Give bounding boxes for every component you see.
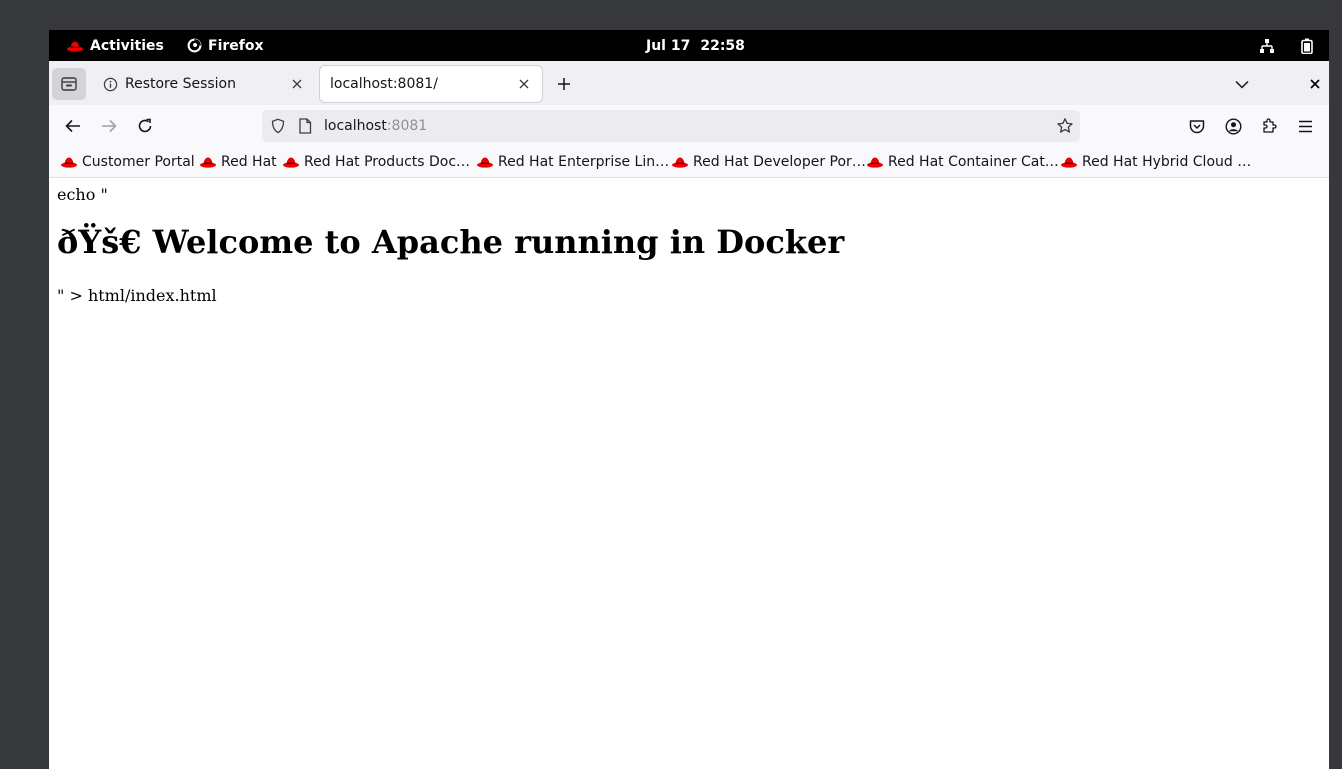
firefox-icon [187,38,202,53]
forward-button[interactable] [96,114,122,138]
redhat-favicon-icon [477,156,493,168]
redhat-favicon-icon [200,156,216,168]
app-menu-firefox[interactable]: Firefox [187,30,264,61]
list-all-tabs-button[interactable] [1231,74,1253,94]
clock-date: Jul 17 [646,37,691,54]
bookmark-star-icon[interactable] [1056,117,1074,135]
reload-button[interactable] [132,114,158,138]
back-button[interactable] [60,114,86,138]
arrow-left-icon [65,119,81,133]
clock[interactable]: Jul 17 22:58 [646,30,745,61]
redhat-favicon-icon [61,156,77,168]
new-tab-button[interactable] [553,73,575,95]
page-text-line: echo " [57,185,108,204]
redhat-favicon-icon [283,156,299,168]
pocket-button[interactable] [1184,114,1210,138]
tracking-protection-shield-icon[interactable] [270,118,286,134]
bookmark-label: Red Hat Products Doc… [304,154,471,170]
bookmark-label: Red Hat Container Cat… [888,154,1059,170]
close-tab-icon[interactable] [516,76,532,92]
battery-icon[interactable] [1301,38,1313,54]
bookmark-label: Red Hat Hybrid Cloud … [1082,154,1252,170]
app-menu-label: Firefox [208,37,264,54]
bookmark-red-hat-developer-portal[interactable]: Red Hat Developer Por… [672,147,866,177]
page-text-line: " > html/index.html [57,286,217,305]
bookmark-label: Red Hat [221,154,277,170]
bookmark-red-hat-enterprise-linux[interactable]: Red Hat Enterprise Lin… [477,147,669,177]
extensions-button[interactable] [1256,114,1282,138]
account-icon [1224,117,1242,135]
tab-localhost[interactable]: localhost:8081/ [320,66,542,102]
firefox-window: Restore Session localhost:8081/ localhos… [49,61,1329,769]
redhat-logo-icon [67,40,83,52]
activities-button[interactable]: Activities [67,30,164,61]
bookmark-red-hat-container-catalog[interactable]: Red Hat Container Cat… [867,147,1059,177]
bookmark-label: Red Hat Developer Por… [693,154,866,170]
info-icon [103,77,118,92]
tab-restore-session[interactable]: Restore Session [93,66,315,102]
activities-label: Activities [90,37,164,54]
reload-icon [137,118,153,134]
bookmark-customer-portal[interactable]: Customer Portal [61,147,195,177]
url-bar[interactable]: localhost:8081 [262,110,1080,142]
puzzle-icon [1261,118,1277,134]
bookmarks-toolbar: Customer Portal Red Hat Red Hat Products… [49,147,1329,178]
redhat-favicon-icon [672,156,688,168]
hamburger-menu-icon [1298,120,1313,133]
close-tab-icon[interactable] [289,76,305,92]
page-info-icon[interactable] [298,118,312,134]
bookmark-label: Customer Portal [82,154,195,170]
firefox-view-icon [61,77,77,91]
app-menu-button[interactable] [1292,114,1318,138]
arrow-right-icon [101,119,117,133]
system-tray[interactable] [1259,30,1313,61]
tab-label: Restore Session [125,76,236,92]
plus-icon [557,77,571,91]
clock-time: 22:58 [700,37,745,54]
bookmark-red-hat-hybrid-cloud[interactable]: Red Hat Hybrid Cloud … [1061,147,1251,177]
bookmark-label: Red Hat Enterprise Lin… [498,154,670,170]
navigation-toolbar: localhost:8081 [49,105,1329,147]
window-close-button[interactable] [1305,74,1325,94]
pocket-icon [1189,119,1205,134]
system-top-bar: Activities Firefox Jul 17 22:58 [49,30,1329,61]
network-wired-icon[interactable] [1259,38,1275,54]
url-text[interactable]: localhost:8081 [324,110,427,142]
tab-label: localhost:8081/ [330,76,438,92]
close-icon [1310,79,1320,89]
page-heading: ðŸš€ Welcome to Apache running in Docker [57,223,845,261]
account-button[interactable] [1220,114,1246,138]
url-port: :8081 [386,118,428,134]
page-content: echo " ðŸš€ Welcome to Apache running in… [49,178,1329,769]
bookmark-red-hat-products-docs[interactable]: Red Hat Products Doc… [283,147,470,177]
bookmark-red-hat[interactable]: Red Hat [200,147,277,177]
redhat-favicon-icon [1061,156,1077,168]
redhat-favicon-icon [867,156,883,168]
tab-bar: Restore Session localhost:8081/ [49,61,1329,105]
firefox-view-button[interactable] [52,68,86,100]
chevron-down-icon [1235,80,1249,89]
url-host: localhost [324,118,387,134]
